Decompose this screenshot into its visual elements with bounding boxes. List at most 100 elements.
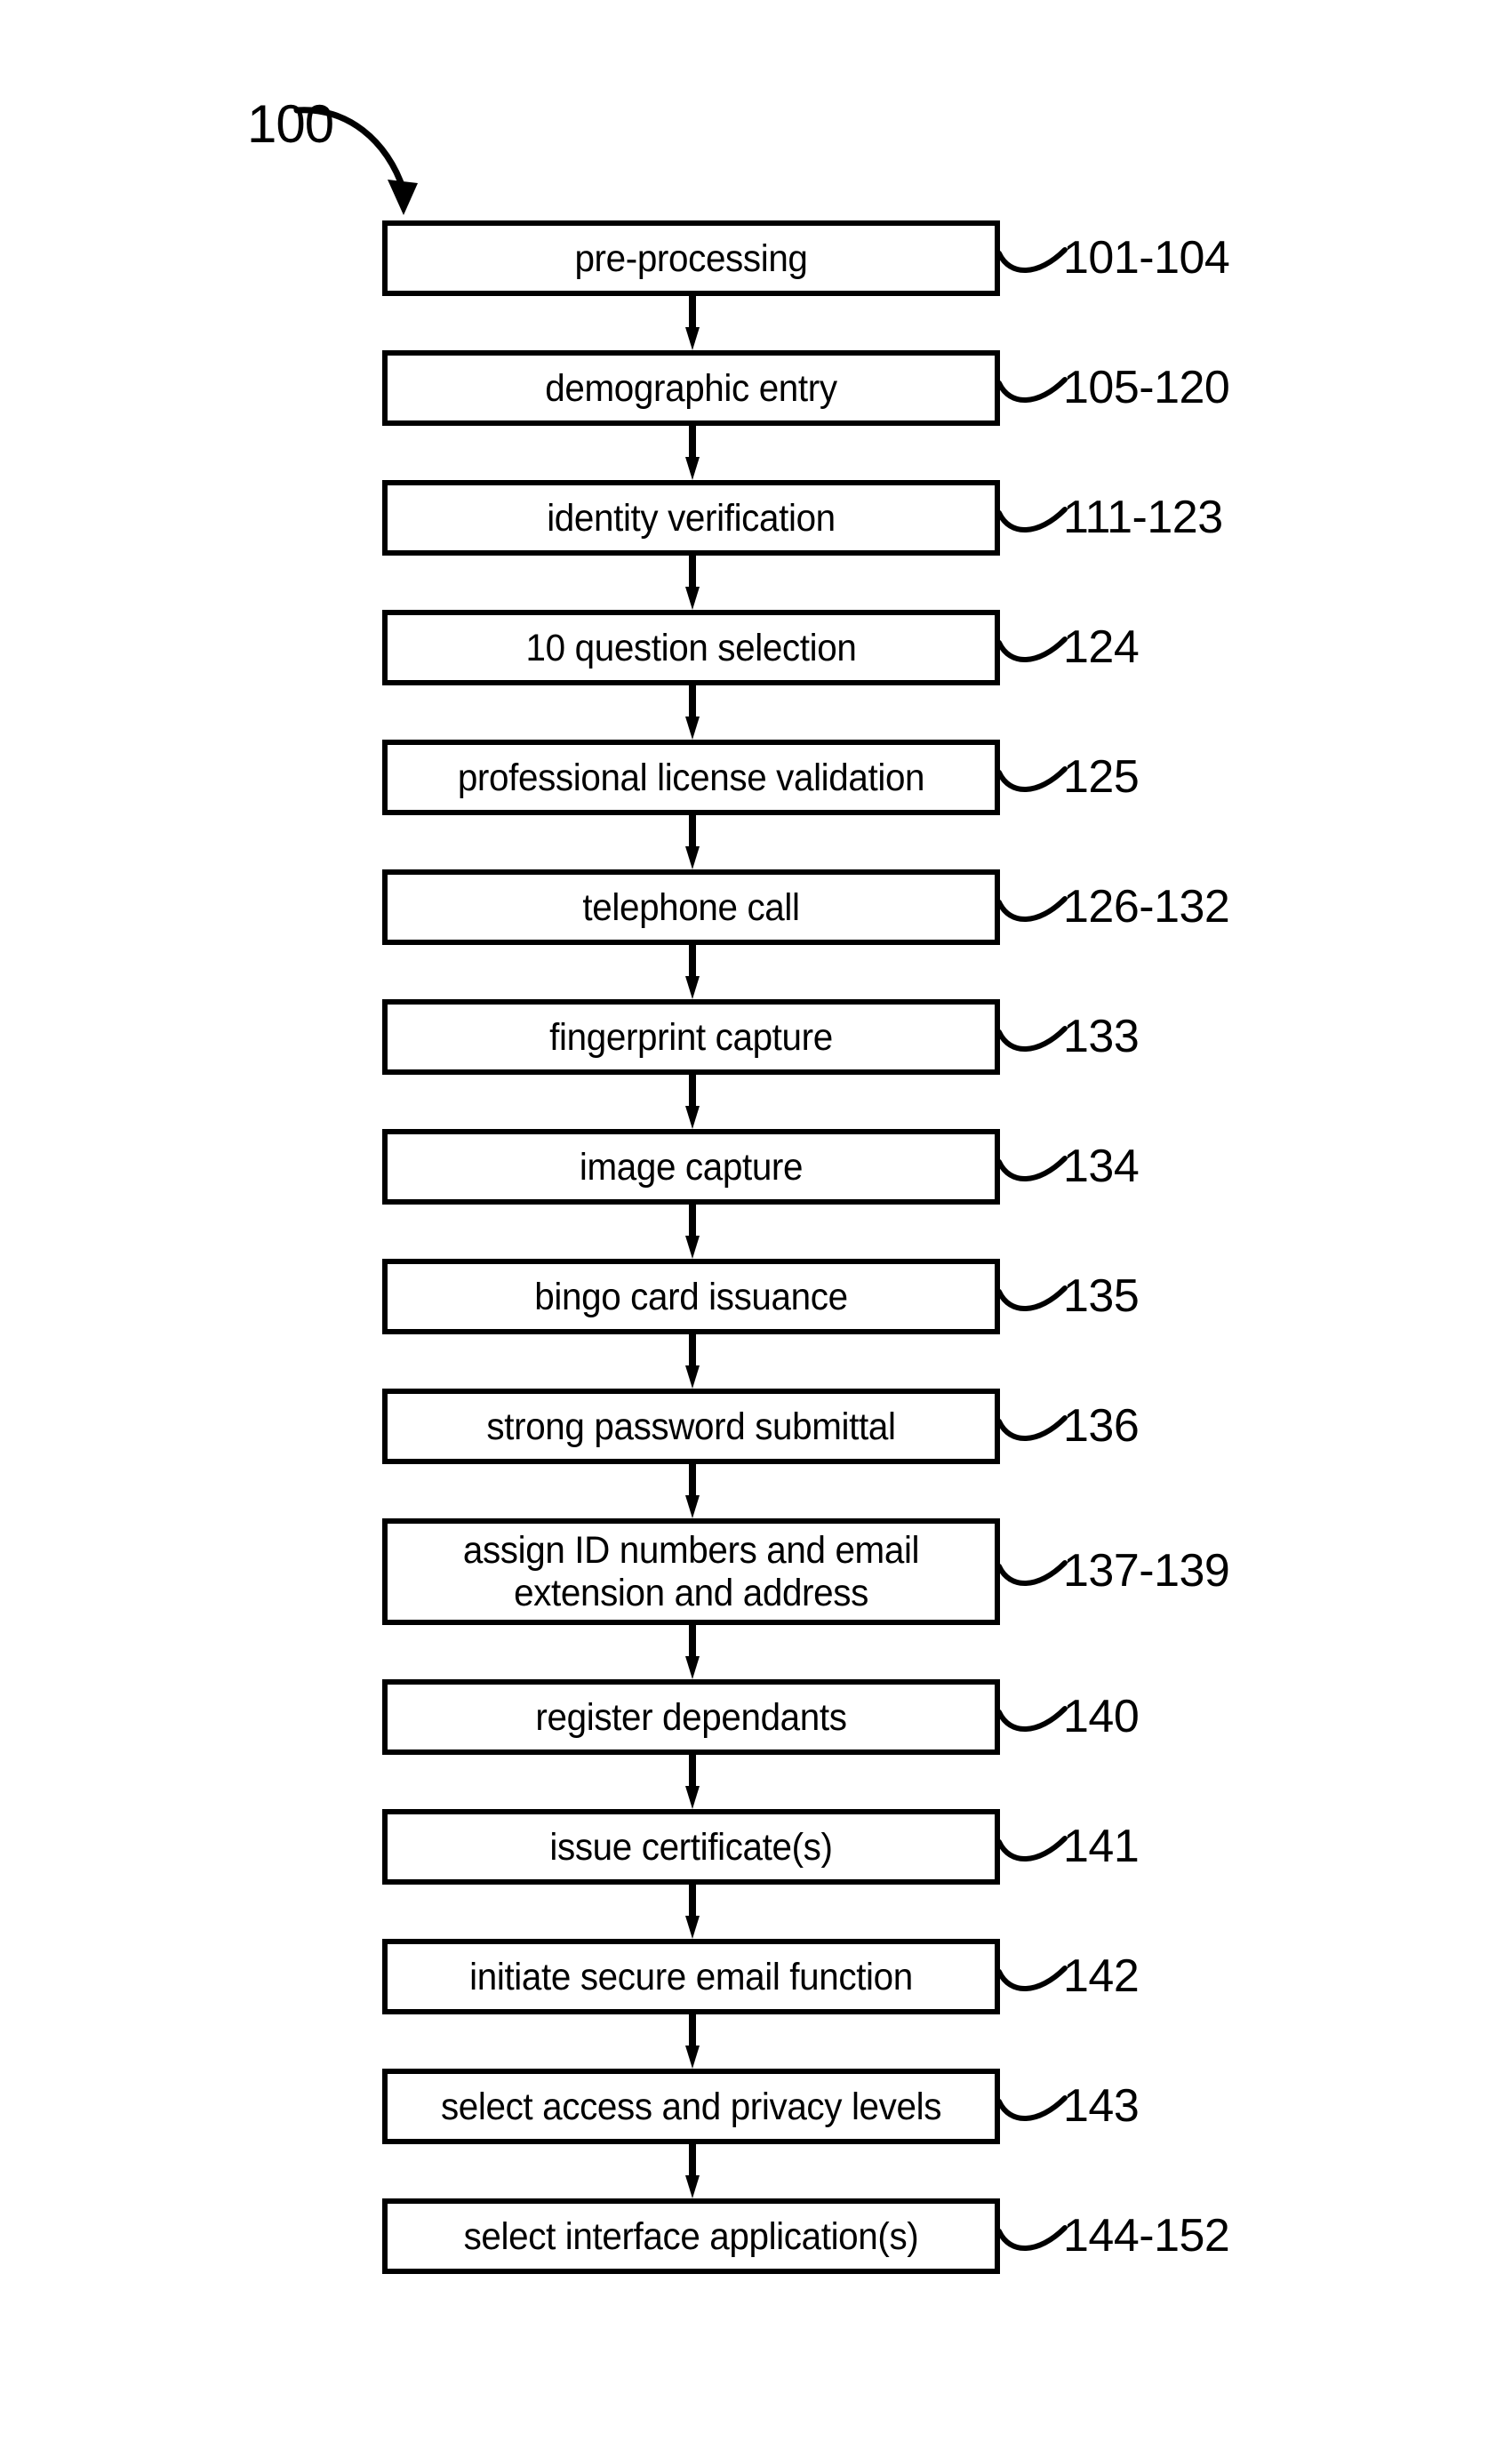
flow-step-label: initiate secure email function (469, 1955, 913, 1998)
connector-arrowhead (685, 2175, 700, 2198)
flow-step-label: 10 question selection (525, 626, 857, 669)
connector-arrowhead (685, 1916, 700, 1939)
connector-arrowhead (685, 717, 700, 740)
flow-step-label: select access and privacy levels (440, 2085, 942, 2128)
flow-step-box: 10 question selection (382, 610, 1000, 685)
connector-shaft (689, 2144, 696, 2177)
flow-step-box: bingo card issuance (382, 1259, 1000, 1334)
flow-connector-arrow-icon (685, 1885, 700, 1939)
flow-step-label: pre-processing (574, 236, 808, 280)
connector-shaft (689, 1885, 696, 1918)
flow-step-label: image capture (579, 1145, 804, 1189)
flow-connector-arrow-icon (685, 556, 700, 610)
reference-leader-line (996, 1965, 1068, 2000)
flow-step-box: professional license validation (382, 740, 1000, 815)
step-reference-number: 133 (1063, 1010, 1140, 1062)
step-reference-number: 144-152 (1063, 2209, 1230, 2262)
step-reference-number: 142 (1063, 1950, 1140, 2002)
connector-arrowhead (685, 1365, 700, 1389)
reference-leader-line (996, 895, 1068, 931)
flow-step-label: identity verification (547, 496, 836, 540)
connector-shaft (689, 815, 696, 848)
reference-leader-line (996, 765, 1068, 801)
connector-shaft (689, 426, 696, 459)
flow-step-label: fingerprint capture (549, 1015, 833, 1059)
step-reference-number: 101-104 (1063, 231, 1230, 284)
connector-shaft (689, 1464, 696, 1497)
flow-step-box: image capture (382, 1129, 1000, 1205)
flow-step-label: professional license validation (457, 756, 925, 799)
flow-step-box: initiate secure email function (382, 1939, 1000, 2014)
connector-arrowhead (685, 587, 700, 610)
connector-arrowhead (685, 327, 700, 350)
reference-leader-line (996, 1559, 1068, 1595)
connector-arrowhead (685, 1786, 700, 1809)
flow-connector-arrow-icon (685, 1075, 700, 1129)
connector-arrowhead (685, 1495, 700, 1518)
step-reference-number: 141 (1063, 1820, 1140, 1872)
flow-step-box: select access and privacy levels (382, 2069, 1000, 2144)
flowchart-body: pre-processing 101-104 demographic entry 10… (0, 0, 1512, 2450)
flow-step-label: telephone call (582, 885, 800, 929)
connector-shaft (689, 1205, 696, 1237)
connector-shaft (689, 1755, 696, 1788)
connector-arrowhead (685, 976, 700, 999)
flow-step-box: assign ID numbers and email extension an… (382, 1518, 1000, 1625)
step-reference-number: 135 (1063, 1269, 1140, 1322)
step-reference-number: 140 (1063, 1690, 1140, 1742)
reference-leader-line (996, 506, 1068, 541)
flow-connector-arrow-icon (685, 296, 700, 350)
flow-connector-arrow-icon (685, 685, 700, 740)
flow-step-box: identity verification (382, 480, 1000, 556)
flow-step-label: select interface application(s) (463, 2214, 919, 2258)
connector-arrowhead (685, 1106, 700, 1129)
connector-shaft (689, 2014, 696, 2047)
connector-shaft (689, 1334, 696, 1367)
step-reference-number: 126-132 (1063, 880, 1230, 933)
flow-step-label: register dependants (535, 1695, 847, 1739)
flow-connector-arrow-icon (685, 815, 700, 869)
flow-step-box: strong password submittal (382, 1389, 1000, 1464)
step-reference-number: 125 (1063, 750, 1140, 803)
reference-leader-line (996, 636, 1068, 671)
connector-arrowhead (685, 1236, 700, 1259)
connector-shaft (689, 685, 696, 718)
step-reference-number: 105-120 (1063, 361, 1230, 413)
flow-connector-arrow-icon (685, 1464, 700, 1518)
step-reference-number: 111-123 (1063, 491, 1223, 543)
step-reference-number: 134 (1063, 1140, 1140, 1192)
reference-leader-line (996, 1025, 1068, 1061)
reference-leader-line (996, 1155, 1068, 1190)
reference-leader-line (996, 1414, 1068, 1450)
patent-figure: 100 pre-processing 101-104 demographic ent… (0, 0, 1512, 2450)
flow-step-label: demographic entry (545, 366, 837, 410)
step-reference-number: 143 (1063, 2079, 1140, 2132)
connector-arrowhead (685, 1656, 700, 1679)
step-reference-number: 137-139 (1063, 1545, 1230, 1597)
reference-leader-line (996, 246, 1068, 282)
reference-leader-line (996, 2094, 1068, 2130)
step-reference-number: 124 (1063, 621, 1140, 673)
flow-step-box: select interface application(s) (382, 2198, 1000, 2274)
flow-connector-arrow-icon (685, 2144, 700, 2198)
flow-step-box: telephone call (382, 869, 1000, 945)
connector-arrowhead (685, 846, 700, 869)
flow-connector-arrow-icon (685, 945, 700, 999)
reference-leader-line (996, 1285, 1068, 1320)
flow-step-box: issue certificate(s) (382, 1809, 1000, 1885)
flow-connector-arrow-icon (685, 1625, 700, 1679)
flow-step-box: fingerprint capture (382, 999, 1000, 1075)
reference-leader-line (996, 1705, 1068, 1741)
reference-leader-line (996, 1835, 1068, 1870)
reference-leader-line (996, 2224, 1068, 2260)
reference-leader-line (996, 376, 1068, 412)
flow-step-label: issue certificate(s) (549, 1825, 833, 1869)
step-reference-number: 136 (1063, 1399, 1140, 1452)
flow-connector-arrow-icon (685, 1205, 700, 1259)
connector-shaft (689, 296, 696, 329)
flow-step-label: strong password submittal (486, 1405, 896, 1448)
connector-shaft (689, 1625, 696, 1658)
flow-connector-arrow-icon (685, 1755, 700, 1809)
flow-connector-arrow-icon (685, 1334, 700, 1389)
connector-shaft (689, 556, 696, 588)
